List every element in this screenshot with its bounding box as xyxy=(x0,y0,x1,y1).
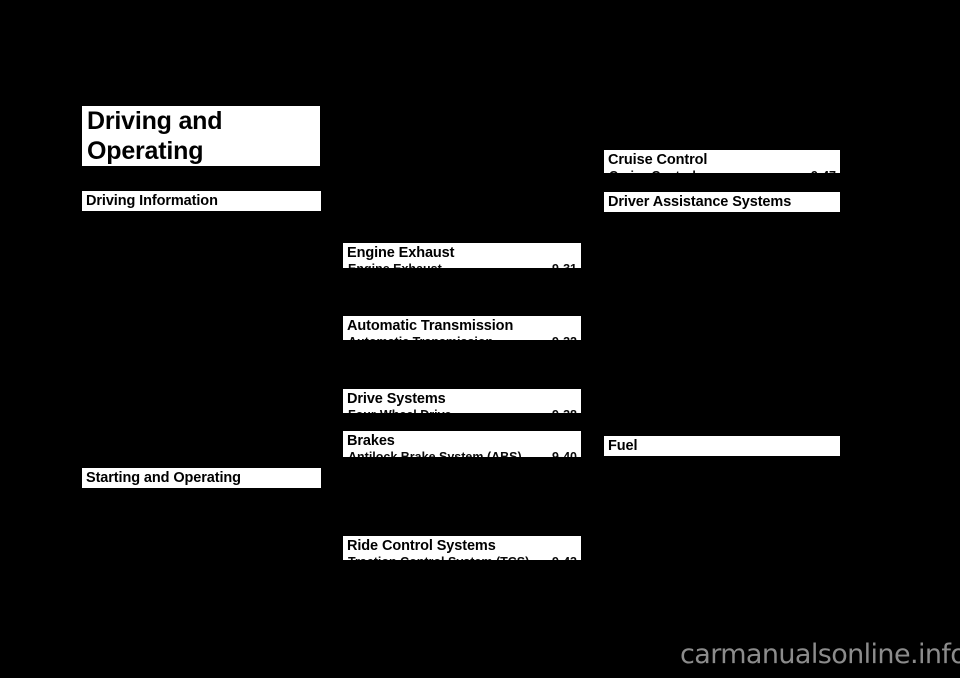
page-title: Driving and Operating xyxy=(82,106,320,166)
section-heading-label: Engine Exhaust xyxy=(347,244,455,261)
section-heading-label: Brakes xyxy=(347,432,395,449)
clipped-entry-brakes[interactable]: Antilock Brake System (ABS) 9-40 xyxy=(343,451,581,457)
section-heading-brakes[interactable]: Brakes xyxy=(343,431,581,451)
section-heading-label: Starting and Operating xyxy=(86,469,241,486)
clipped-entry-cruise-control[interactable]: Cruise Control 9-47 xyxy=(604,170,840,173)
clipped-entry-label: Automatic Transmission xyxy=(343,336,581,340)
section-heading-label: Fuel xyxy=(608,437,638,454)
clipped-entry-label: Engine Exhaust xyxy=(343,263,581,268)
clipped-entry-page: 9-31 xyxy=(552,263,577,268)
section-heading-driver-assistance-systems[interactable]: Driver Assistance Systems xyxy=(604,192,840,212)
clipped-entry-label: Antilock Brake System (ABS) xyxy=(343,451,581,457)
section-heading-automatic-transmission[interactable]: Automatic Transmission xyxy=(343,316,581,336)
section-heading-label: Cruise Control xyxy=(608,151,708,168)
page-title-line-2: Operating xyxy=(87,137,204,165)
clipped-entry-drive-systems[interactable]: Four-Wheel Drive 9-38 xyxy=(343,409,581,413)
section-heading-driving-information[interactable]: Driving Information xyxy=(82,191,321,211)
clipped-entry-automatic-transmission[interactable]: Automatic Transmission 9-32 xyxy=(343,336,581,340)
clipped-entry-page: 9-43 xyxy=(552,556,577,560)
section-heading-label: Driving Information xyxy=(86,192,218,209)
section-heading-label: Drive Systems xyxy=(347,390,446,407)
manual-page: Driving and Operating Driving Informatio… xyxy=(0,0,960,678)
section-heading-starting-and-operating[interactable]: Starting and Operating xyxy=(82,468,321,488)
section-heading-cruise-control[interactable]: Cruise Control xyxy=(604,150,840,170)
section-heading-engine-exhaust[interactable]: Engine Exhaust xyxy=(343,243,581,263)
section-heading-ride-control-systems[interactable]: Ride Control Systems xyxy=(343,536,581,556)
clipped-entry-page: 9-47 xyxy=(811,170,836,173)
section-heading-label: Ride Control Systems xyxy=(347,537,496,554)
section-heading-drive-systems[interactable]: Drive Systems xyxy=(343,389,581,409)
clipped-entry-engine-exhaust[interactable]: Engine Exhaust 9-31 xyxy=(343,263,581,268)
section-heading-fuel[interactable]: Fuel xyxy=(604,436,840,456)
clipped-entry-page: 9-40 xyxy=(552,451,577,457)
clipped-entry-label: Cruise Control xyxy=(604,170,840,173)
clipped-entry-label: Four-Wheel Drive xyxy=(343,409,581,413)
clipped-entry-label: Traction Control System (TCS) xyxy=(343,556,581,560)
section-heading-label: Driver Assistance Systems xyxy=(608,193,792,210)
page-title-line-1: Driving and xyxy=(87,107,223,135)
watermark: carmanualsonline.info xyxy=(680,639,960,670)
clipped-entry-page: 9-38 xyxy=(552,409,577,413)
section-heading-label: Automatic Transmission xyxy=(347,317,514,334)
clipped-entry-ride-control-systems[interactable]: Traction Control System (TCS) 9-43 xyxy=(343,556,581,560)
clipped-entry-page: 9-32 xyxy=(552,336,577,340)
